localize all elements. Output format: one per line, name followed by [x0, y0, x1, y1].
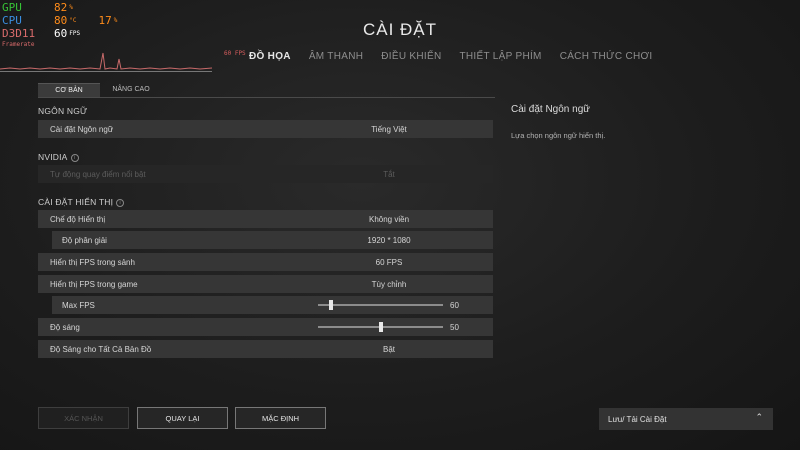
- section-nvidia-title: NVIDIA: [38, 152, 68, 162]
- setting-display-mode[interactable]: Chế độ Hiển thị Không viền: [38, 210, 493, 228]
- framerate-graph: [0, 49, 212, 72]
- overlay-gpu-value: 82: [54, 1, 68, 14]
- max-fps-slider[interactable]: [318, 300, 443, 310]
- setting-max-fps-value: 60: [450, 301, 459, 310]
- overlay-gpu-unit: %: [69, 4, 73, 11]
- setting-max-fps-label: Max FPS: [62, 301, 95, 310]
- overlay-gpu-line: GPU 82%: [2, 1, 73, 14]
- chevron-up-icon[interactable]: ⌃: [755, 412, 763, 423]
- section-language-title: NGÔN NGỮ: [38, 106, 88, 116]
- setting-all-maps-brightness-label: Độ Sáng cho Tất Cả Bản Đồ: [50, 345, 152, 354]
- subtab-divider: [38, 97, 495, 98]
- setting-max-fps[interactable]: Max FPS 60: [52, 296, 493, 314]
- brightness-slider[interactable]: [318, 322, 443, 332]
- setting-resolution-label: Độ phân giải: [62, 236, 107, 245]
- setting-display-mode-value[interactable]: Không viền: [304, 215, 474, 224]
- setting-all-maps-brightness-value[interactable]: Bật: [304, 345, 474, 354]
- setting-fps-game[interactable]: Hiển thị FPS trong game Tùy chỉnh: [38, 275, 493, 293]
- subtab-advanced[interactable]: NÂNG CAO: [100, 83, 162, 97]
- setting-resolution[interactable]: Độ phân giải 1920 * 1080: [52, 231, 493, 249]
- tab-graphics[interactable]: ĐỒ HỌA: [240, 51, 300, 62]
- detail-panel-title: Cài đặt Ngôn ngữ: [511, 104, 590, 115]
- section-nvidia: NVIDIA i: [38, 152, 79, 162]
- setting-auto-highlights-label: Tự động quay điểm nổi bật: [50, 170, 146, 179]
- tab-gameplay[interactable]: CÁCH THỨC CHƠI: [551, 51, 662, 62]
- settings-category-tabs: ĐỒ HỌA ÂM THANH ĐIỀU KHIỂN THIẾT LẬP PHÍ…: [240, 51, 662, 62]
- section-display-title: CÀI ĐẶT HIỂN THỊ: [38, 197, 114, 207]
- setting-fps-game-label: Hiển thị FPS trong game: [50, 280, 138, 289]
- info-icon[interactable]: i: [116, 198, 125, 207]
- save-load-settings-label: Lưu/ Tải Cài Đặt: [608, 415, 667, 424]
- setting-auto-highlights-value: Tắt: [383, 170, 395, 179]
- setting-language[interactable]: Cài đặt Ngôn ngữ Tiếng Việt: [38, 120, 493, 138]
- setting-brightness-value: 50: [450, 323, 459, 332]
- back-button[interactable]: QUAY LẠI: [137, 407, 228, 429]
- info-icon[interactable]: i: [70, 153, 79, 162]
- setting-fps-lobby-value[interactable]: 60 FPS: [304, 258, 474, 267]
- tab-audio[interactable]: ÂM THANH: [300, 51, 372, 62]
- graphics-subtabs: CƠ BẢN NÂNG CAO: [38, 83, 162, 98]
- setting-fps-lobby-label: Hiển thị FPS trong sảnh: [50, 258, 135, 267]
- setting-display-mode-label: Chế độ Hiển thị: [50, 215, 106, 224]
- tab-controls[interactable]: ĐIỀU KHIỂN: [372, 51, 450, 62]
- setting-auto-highlights: Tự động quay điểm nổi bật Tắt: [38, 165, 493, 183]
- overlay-gpu-label: GPU: [2, 1, 22, 14]
- save-load-settings-bar[interactable]: Lưu/ Tải Cài Đặt ⌃: [599, 408, 773, 430]
- setting-brightness-label: Độ sáng: [50, 323, 80, 332]
- section-language: NGÔN NGỮ: [38, 106, 87, 116]
- setting-language-label: Cài đặt Ngôn ngữ: [50, 125, 114, 134]
- brightness-slider-thumb[interactable]: [378, 322, 383, 332]
- tab-keybindings[interactable]: THIẾT LẬP PHÍM: [451, 51, 551, 62]
- setting-fps-lobby[interactable]: Hiển thị FPS trong sảnh 60 FPS: [38, 253, 493, 271]
- setting-language-value[interactable]: Tiếng Việt: [304, 125, 474, 134]
- setting-brightness[interactable]: Độ sáng 50: [38, 318, 493, 336]
- setting-fps-game-value[interactable]: Tùy chỉnh: [304, 280, 474, 289]
- confirm-button[interactable]: XÁC NHẬN: [38, 407, 129, 429]
- reset-default-button[interactable]: MẶC ĐỊNH: [235, 407, 326, 429]
- section-display: CÀI ĐẶT HIỂN THỊ i: [38, 197, 125, 207]
- detail-panel-description: Lựa chọn ngôn ngữ hiển thị.: [511, 131, 606, 140]
- setting-resolution-value[interactable]: 1920 * 1080: [304, 236, 474, 245]
- page-title: CÀI ĐẶT: [362, 20, 438, 39]
- subtab-basic[interactable]: CƠ BẢN: [38, 83, 100, 98]
- setting-all-maps-brightness[interactable]: Độ Sáng cho Tất Cả Bản Đồ Bật: [38, 340, 493, 358]
- max-fps-slider-thumb[interactable]: [328, 300, 333, 310]
